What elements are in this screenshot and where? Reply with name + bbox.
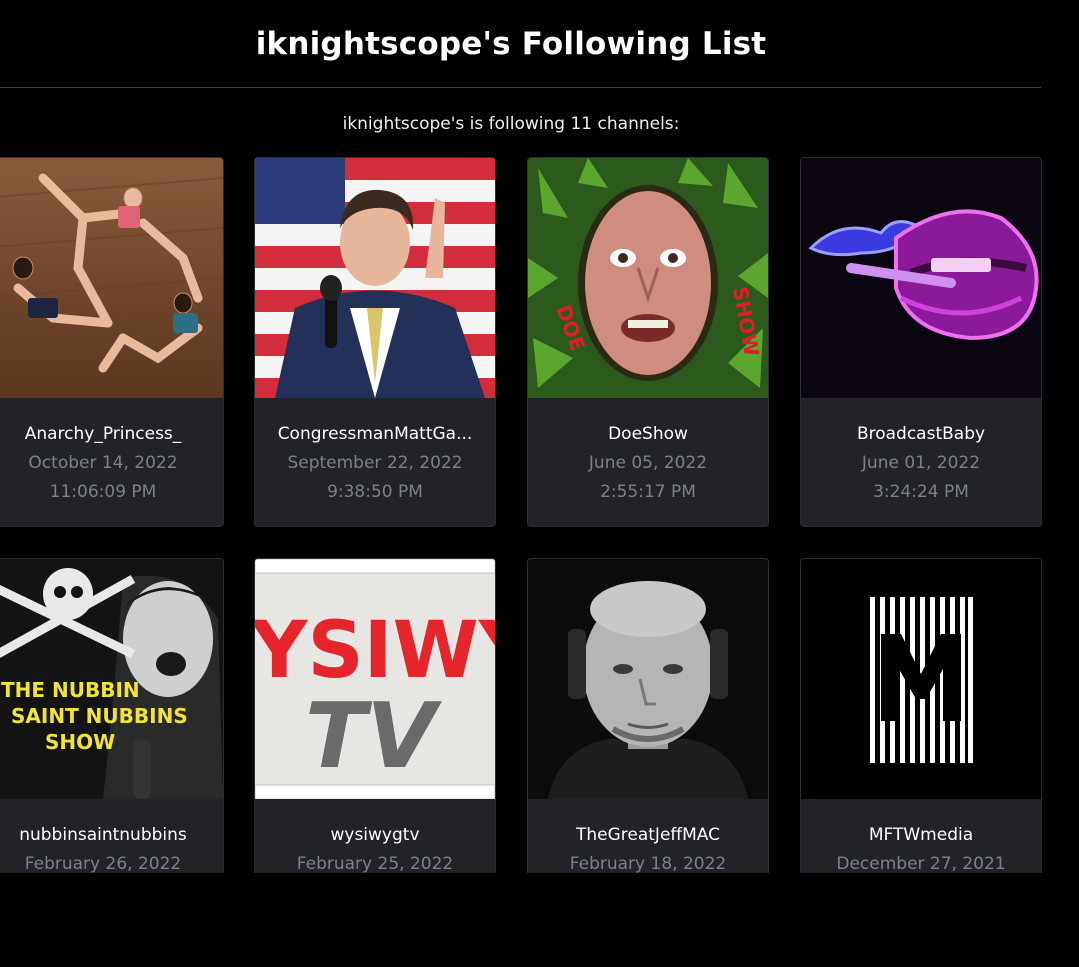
channel-card-broadcastbaby[interactable]: BroadcastBaby June 01, 2022 3:24:24 PM bbox=[800, 157, 1042, 527]
m-stripes-logo[interactable] bbox=[801, 559, 1041, 799]
tv-text: TV bbox=[305, 684, 442, 789]
channel-card-congressman[interactable]: CongressmanMattGa... September 22, 2022 … bbox=[254, 157, 496, 527]
channel-name[interactable]: DoeShow bbox=[528, 424, 768, 444]
channel-card-wysiwygtv[interactable]: YSIWY TV wysiwygtv February 25, 2022 bbox=[254, 558, 496, 873]
channel-grid: Anarchy_Princess_ October 14, 2022 11:06… bbox=[0, 0, 1079, 873]
following-list-page: iknightscope's Following List iknightsco… bbox=[0, 0, 1079, 967]
channel-name[interactable]: Anarchy_Princess_ bbox=[0, 424, 223, 444]
wysiwyg-tv-logo[interactable]: YSIWY TV bbox=[255, 559, 495, 799]
wysiwyg-text: YSIWY bbox=[255, 606, 495, 696]
channel-card-thegreatjeffmac[interactable]: TheGreatJeffMAC February 18, 2022 bbox=[527, 558, 769, 873]
speaker-flag-photo[interactable] bbox=[255, 158, 495, 398]
follow-date: October 14, 2022 bbox=[28, 453, 178, 473]
nubbin-show-art[interactable]: THE NUBBIN SAINT NUBBINS SHOW bbox=[0, 559, 223, 799]
channel-card-doeshow[interactable]: DOE SHOW DoeShow June 05, 2022 2:55:17 P… bbox=[527, 157, 769, 527]
portrait-photo[interactable] bbox=[528, 559, 768, 799]
nubbin-line-2: SAINT NUBBINS bbox=[11, 704, 188, 728]
follow-time: 9:38:50 PM bbox=[327, 482, 423, 502]
follow-time: 3:24:24 PM bbox=[873, 482, 969, 502]
channel-name[interactable]: nubbinsaintnubbins bbox=[0, 825, 223, 845]
neon-lips-art[interactable] bbox=[801, 158, 1041, 398]
doe-show-logo[interactable]: DOE SHOW bbox=[528, 158, 768, 398]
follow-date: December 27, 2021 bbox=[836, 854, 1006, 873]
follow-date: February 18, 2022 bbox=[569, 854, 727, 873]
follow-time: 11:06:09 PM bbox=[49, 482, 157, 502]
channel-card-anarchy-princess[interactable]: Anarchy_Princess_ October 14, 2022 11:06… bbox=[0, 157, 224, 527]
follow-date: June 05, 2022 bbox=[588, 453, 708, 473]
follow-date: February 25, 2022 bbox=[296, 854, 454, 873]
nubbin-line-3: SHOW bbox=[45, 730, 115, 754]
follow-time: 2:55:17 PM bbox=[600, 482, 696, 502]
follow-date: February 26, 2022 bbox=[24, 854, 182, 873]
channel-name[interactable]: wysiwygtv bbox=[255, 825, 495, 845]
channel-name[interactable]: CongressmanMattGa... bbox=[255, 424, 495, 444]
follow-date: June 01, 2022 bbox=[861, 453, 981, 473]
dancers-photo[interactable] bbox=[0, 158, 223, 398]
channel-card-nubbinsaintnubbins[interactable]: THE NUBBIN SAINT NUBBINS SHOW nubbinsain… bbox=[0, 558, 224, 873]
channel-name[interactable]: TheGreatJeffMAC bbox=[528, 825, 768, 845]
channel-card-mftwmedia[interactable]: MFTWmedia December 27, 2021 bbox=[800, 558, 1042, 873]
channel-name[interactable]: BroadcastBaby bbox=[801, 424, 1041, 444]
nubbin-line-1: THE NUBBIN bbox=[1, 678, 140, 702]
follow-date: September 22, 2022 bbox=[287, 453, 463, 473]
channel-name[interactable]: MFTWmedia bbox=[801, 825, 1041, 845]
